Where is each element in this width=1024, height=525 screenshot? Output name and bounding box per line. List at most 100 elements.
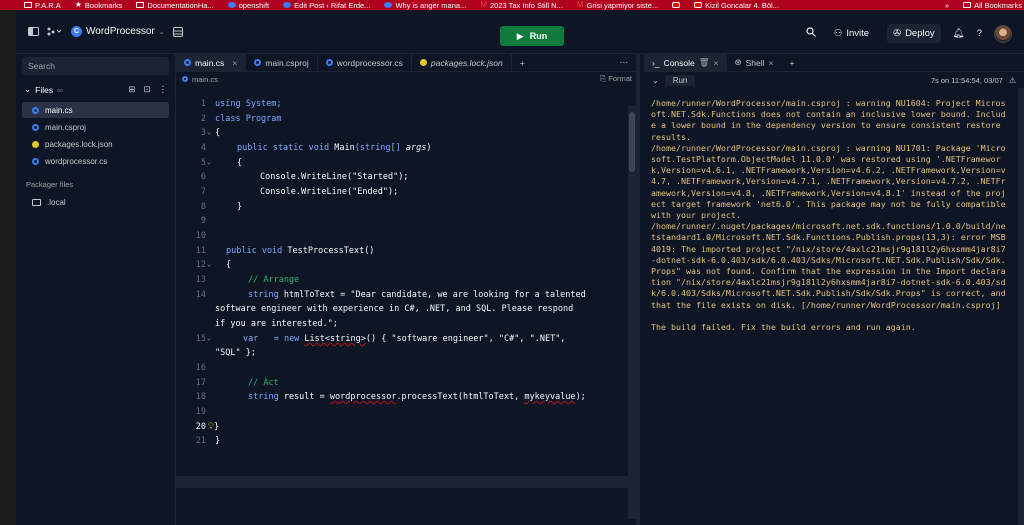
file-item-main-csproj[interactable]: main.csproj [22,119,169,135]
more-options-icon[interactable]: ⋯ [612,54,637,72]
add-tab-button[interactable]: + [782,54,803,72]
bookmark-youtube[interactable] [672,2,681,8]
help-icon[interactable]: ? [977,28,982,39]
code-line: } [237,202,243,212]
bookmark-openshift[interactable]: openshift [227,1,269,10]
code-line-wrap: software engineer with experience in C#,… [215,304,574,314]
new-folder-icon[interactable]: ⊡ [143,84,150,95]
gmail-icon: M [480,0,487,9]
code-line: { [226,260,232,270]
file-item-main-cs[interactable]: main.cs [22,102,169,118]
json-file-icon [32,140,39,148]
link-icon: ∞ [57,84,64,95]
current-line-highlight [176,476,631,488]
code-line: var = new List<string>() { "software eng… [243,334,566,344]
console-pane: ›_ Console 🗑︎ × ⊛ Shell × + ⌄ Run 7s on 11:54… [644,53,1024,525]
code-line: } [215,436,221,446]
bookmark-edit-post[interactable]: Edit Post ‹ Rifat Erde... [283,1,370,10]
close-icon[interactable]: × [232,58,237,68]
csharp-file-icon [184,59,191,66]
youtube-icon [672,2,681,8]
globe-icon [384,2,393,8]
bookmark-tax-info[interactable]: M 2023 Tax Info Still N... [480,1,563,10]
warning-icon: ⚠ [1008,75,1016,85]
console-output: /home/runner/WordProcessor/main.csproj :… [651,98,1006,333]
folder-icon [136,2,145,8]
tab-main-cs[interactable]: main.cs × [176,53,247,72]
folder-item-local[interactable]: .local [22,194,169,210]
file-item-wordprocessor-cs[interactable]: wordprocessor.cs [22,153,169,169]
bookmarks-more-button[interactable]: » [945,1,949,10]
csharp-file-icon [32,157,39,165]
add-user-icon: ⚇ [833,28,843,39]
tab-main-csproj[interactable]: main.csproj [246,53,318,72]
code-line: // Act [248,378,279,388]
json-file-icon [419,59,427,66]
tab-wordprocessor-cs[interactable]: wordprocessor.cs [318,53,412,72]
repl-name-button[interactable]: C WordProcessor ⌄ [71,26,165,37]
bookmark-kizil-goncalar[interactable]: Kizil Goncalar 4. Böl... [694,1,779,10]
editor-scrollbar-thumb[interactable] [629,112,635,172]
globe-icon [227,2,236,8]
code-line: public static void Main(string[] args) [237,143,432,153]
all-bookmarks-button[interactable]: All Bookmarks [963,1,1022,10]
console-scrollbar[interactable] [1018,88,1024,525]
database-icon[interactable] [172,26,183,37]
tab-console[interactable]: ›_ Console 🗑︎ × [644,53,727,72]
bell-icon[interactable]: 🔔︎ [953,28,965,39]
chevron-down-icon: ⌄ [158,28,165,36]
chevron-down-icon[interactable]: ⌄ [24,84,31,95]
csharp-file-icon [32,106,39,114]
search-icon[interactable] [806,27,816,40]
tab-shell[interactable]: ⊛ Shell × [727,54,782,72]
deploy-icon: ✇ [893,28,902,39]
editor-breadcrumb: main.cs ⎘ Format [176,72,636,86]
add-tab-button[interactable]: + [512,54,533,72]
clear-icon[interactable]: 🗑︎ [699,57,710,68]
workspace-header: C WordProcessor ⌄ ▶ Run ⚇ Invite ✇ Deplo… [16,10,1024,54]
run-button[interactable]: ▶ Run [500,26,564,46]
code-area[interactable]: 1 using System; 2 class Program 3 ⌄{ 4 publi… [176,94,636,519]
deploy-button[interactable]: ✇ Deploy [887,24,941,43]
code-line: Console.WriteLine("Ended"); [260,187,399,197]
bookmark-anger[interactable]: Why is anger mana... [384,1,466,10]
run-history-chip[interactable]: Run [664,74,696,86]
code-line: { [215,128,221,138]
format-button[interactable]: ⎘ Format [600,74,632,84]
invite-button[interactable]: ⚇ Invite [828,24,875,43]
file-item-packages-lock-json[interactable]: packages.lock.json [22,136,169,152]
search-input[interactable]: Search [22,57,169,75]
code-line: string htmlToText = "Dear candidate, we … [248,290,586,300]
more-options-icon[interactable]: ⋮ [159,84,168,95]
sidebar-toggle-icon[interactable] [28,27,39,36]
csharp-file-icon [182,76,188,82]
code-line: public void TestProcessText() [226,246,375,256]
gmail-icon: M [576,0,584,9]
run-timestamp: 7s on 11:54:54, 03/07 [930,75,1003,85]
avatar[interactable] [994,24,1012,43]
new-file-icon[interactable]: ⊞ [128,84,135,95]
bookmark-documentation[interactable]: DocumentationHa... [136,1,214,10]
globe-icon [283,2,292,8]
folder-icon [24,2,32,8]
close-icon[interactable]: × [769,58,774,68]
csharp-file-icon [325,59,333,66]
code-line: { [237,158,243,168]
code-line: Console.WriteLine("Started"); [260,172,409,182]
code-line: using System; [215,99,282,109]
chevron-down-icon[interactable]: ⌄ [652,76,659,85]
folder-icon [963,2,972,8]
star-icon: ★ [74,0,82,9]
code-line-wrap: "SQL" }; [215,348,256,358]
tab-packages-lock-json[interactable]: packages.lock.json [412,53,512,72]
bookmark-grisi[interactable]: M Grisi yapmiyor siste... [577,1,658,10]
folder-icon [32,198,41,206]
tools-icon[interactable] [47,27,61,36]
bookmark-bookmarks[interactable]: ★ Bookmarks [75,1,123,10]
code-line-wrap: if you are interested."; [215,319,338,329]
close-icon[interactable]: × [714,58,719,68]
bookmark-para[interactable]: P.A.R.A [24,1,61,10]
code-line: string result = wordprocessor.processTex… [248,392,586,402]
code-editor-pane: main.cs × main.csproj wordprocessor.cs pa… [176,53,640,525]
code-line: 💡︎} [208,422,220,432]
